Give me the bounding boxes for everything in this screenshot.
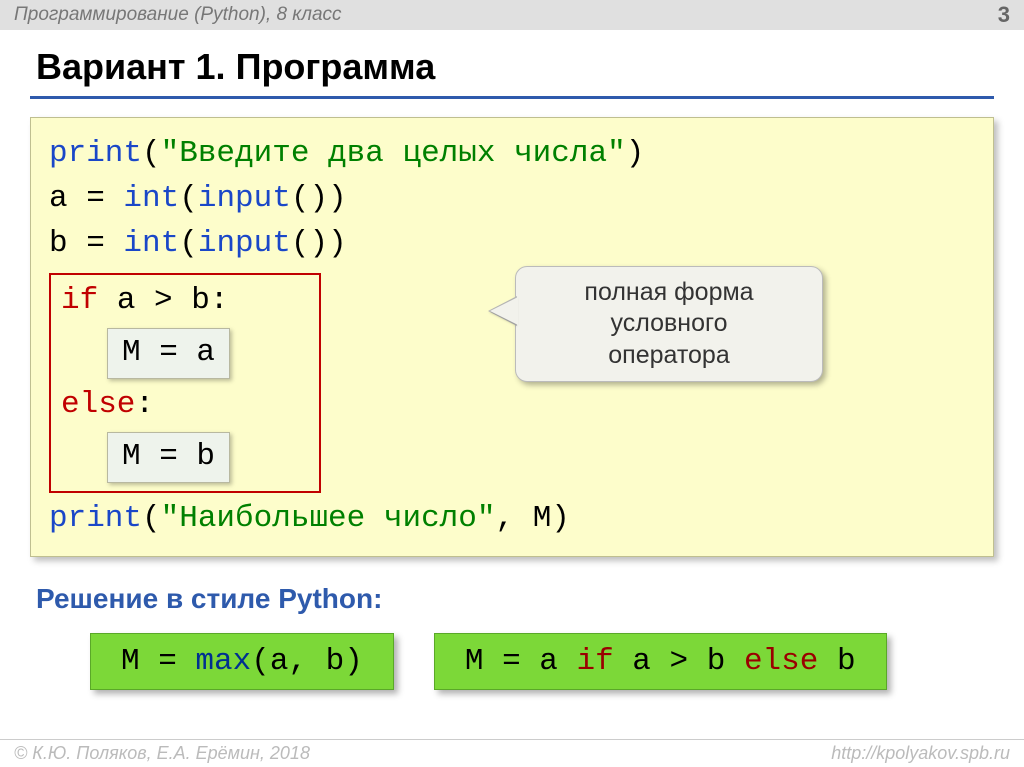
input-keyword: input [198,181,291,216]
if-line: if a > b: [61,279,309,324]
subheading: Решение в стиле Python: [30,583,994,615]
callout-line-3: оператора [532,340,806,371]
course-title: Программирование (Python), 8 класс [14,4,342,26]
assign-m-a: M = a [107,328,230,379]
green-box-max: M = max(a, b) [90,633,394,690]
input-keyword: input [198,226,291,261]
int-keyword: int [123,181,179,216]
code-line-2: a = int(input()) [49,177,975,222]
page-number: 3 [998,2,1010,28]
code-line-1: print("Введите два целых числа") [49,132,975,177]
green-box-ternary: M = a if a > b else b [434,633,887,690]
callout-line-1: полная форма [532,277,806,308]
if-inline-keyword: if [576,644,613,679]
footer-copyright: © К.Ю. Поляков, Е.А. Ерёмин, 2018 [14,743,310,764]
assign-m-b: M = b [107,432,230,483]
footer-url: http://kpolyakov.spb.ru [831,743,1010,764]
slide-content: Вариант 1. Программа print("Введите два … [0,30,1024,690]
print-keyword: print [49,136,142,171]
code-block: print("Введите два целых числа") a = int… [30,117,994,557]
max-keyword: max [195,644,251,679]
code-line-7: print("Наибольшее число", M) [49,497,975,542]
green-boxes-row: M = max(a, b) M = a if a > b else b [30,633,994,690]
print-keyword: print [49,501,142,536]
else-line: else: [61,383,309,428]
code-line-3: b = int(input()) [49,222,975,267]
callout-box: полная форма условного оператора [515,266,823,382]
slide-header: Программирование (Python), 8 класс 3 [0,0,1024,30]
int-keyword: int [123,226,179,261]
callout-line-2: условного [532,308,806,339]
slide-footer: © К.Ю. Поляков, Е.А. Ерёмин, 2018 http:/… [0,739,1024,767]
else-inline-keyword: else [744,644,818,679]
string-literal: "Наибольшее число" [161,501,496,536]
string-literal: "Введите два целых числа" [161,136,626,171]
if-else-frame: if a > b: M = a else: M = b [49,273,321,493]
slide-title: Вариант 1. Программа [30,40,994,99]
else-keyword: else [61,387,135,422]
if-keyword: if [61,283,98,318]
